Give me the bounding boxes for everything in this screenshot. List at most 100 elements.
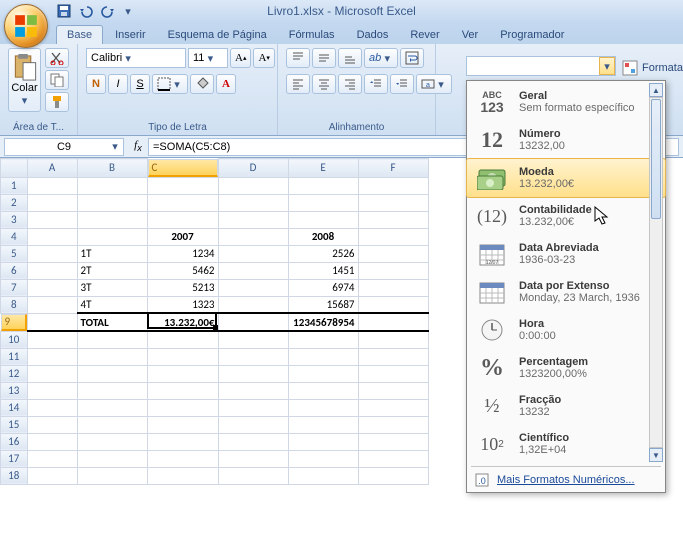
merge-center-button[interactable]: a▾ <box>416 74 452 94</box>
tab-esquema[interactable]: Esquema de Página <box>158 26 277 44</box>
bold-button[interactable]: N <box>86 74 106 94</box>
tab-base[interactable]: Base <box>56 25 103 44</box>
align-center-button[interactable] <box>312 74 336 94</box>
cell[interactable]: 5462 <box>147 262 218 279</box>
cell[interactable]: TOTAL <box>77 313 147 331</box>
cells-table[interactable]: A B C D E F 1 2 3 420072008 51T12342526 … <box>0 158 429 485</box>
row-header[interactable]: 11 <box>1 348 28 365</box>
number-format-combo[interactable]: ▾ <box>466 56 616 76</box>
grow-font-button[interactable]: A▴ <box>230 48 251 68</box>
row-header[interactable]: 15 <box>1 416 28 433</box>
cell[interactable]: 3T <box>77 279 147 296</box>
scroll-thumb[interactable] <box>651 99 661 219</box>
nf-item-moeda[interactable]: Moeda13.232,00€ <box>466 158 666 198</box>
nf-item-numero[interactable]: 12 Número13232,00 <box>467 121 665 159</box>
row-header[interactable]: 4 <box>1 228 28 245</box>
col-header-c[interactable]: C <box>148 159 218 177</box>
wrap-text-button[interactable] <box>400 48 424 68</box>
nf-item-data-abrev[interactable]: 12/07 Data Abreviada1936-03-23 <box>467 235 665 273</box>
nf-item-geral[interactable]: ABC123 GeralSem formato específico <box>467 83 665 121</box>
nf-item-contabilidade[interactable]: (12) Contabilidade13.232,00€ <box>467 197 665 235</box>
fx-icon[interactable]: fx <box>128 139 148 153</box>
tab-programador[interactable]: Programador <box>490 26 574 44</box>
cell[interactable]: 12345678954 <box>288 313 358 331</box>
row-header[interactable]: 10 <box>1 331 28 348</box>
orientation-button[interactable]: ab▾ <box>364 48 398 68</box>
tab-dados[interactable]: Dados <box>347 26 399 44</box>
row-header[interactable]: 12 <box>1 365 28 382</box>
col-header-a[interactable]: A <box>27 159 77 178</box>
select-all-corner[interactable] <box>1 159 28 178</box>
chevron-down-icon[interactable]: ▾ <box>599 57 615 75</box>
row-header[interactable]: 13 <box>1 382 28 399</box>
cell[interactable]: 1323 <box>147 296 218 313</box>
undo-icon[interactable] <box>78 3 94 19</box>
scroll-down-icon[interactable]: ▼ <box>649 448 663 462</box>
row-header[interactable]: 7 <box>1 279 28 296</box>
font-size-combo[interactable]: 11▾ <box>188 48 228 68</box>
nf-item-percent[interactable]: % Percentagem1323200,00% <box>467 349 665 387</box>
row-header[interactable]: 6 <box>1 262 28 279</box>
cell[interactable]: 5213 <box>147 279 218 296</box>
dropdown-scrollbar[interactable]: ▲ ▼ <box>649 83 663 462</box>
border-button[interactable]: ▾ <box>152 74 188 94</box>
cond-format-button[interactable]: Formatação <box>622 60 683 76</box>
save-icon[interactable] <box>56 3 72 19</box>
tab-ver[interactable]: Ver <box>452 26 489 44</box>
copy-button[interactable] <box>45 70 69 90</box>
col-header-d[interactable]: D <box>218 159 288 178</box>
redo-icon[interactable] <box>100 3 116 19</box>
align-right-button[interactable] <box>338 74 362 94</box>
cell[interactable]: 2T <box>77 262 147 279</box>
col-header-e[interactable]: E <box>288 159 358 178</box>
more-formats-link[interactable]: .0 Mais Formatos Numéricos... <box>467 470 665 490</box>
cell[interactable]: 1234 <box>147 245 218 262</box>
name-box[interactable]: C9▾ <box>4 138 124 156</box>
paste-button[interactable]: Colar ▾ <box>8 48 41 112</box>
cell[interactable]: 4T <box>77 296 147 313</box>
cell[interactable]: 15687 <box>288 296 358 313</box>
row-header[interactable]: 1 <box>1 177 28 194</box>
row-header[interactable]: 16 <box>1 433 28 450</box>
nf-item-scientific[interactable]: 102 Científico1,32E+04 <box>467 425 665 463</box>
align-left-button[interactable] <box>286 74 310 94</box>
tab-inserir[interactable]: Inserir <box>105 26 156 44</box>
row-header[interactable]: 3 <box>1 211 28 228</box>
row-header[interactable]: 18 <box>1 467 28 484</box>
nf-item-data-ext[interactable]: Data por ExtensoMonday, 23 March, 1936 <box>467 273 665 311</box>
cell[interactable]: 2008 <box>288 228 358 245</box>
italic-button[interactable]: I <box>108 74 128 94</box>
cell[interactable]: 2007 <box>147 228 218 245</box>
row-header[interactable]: 17 <box>1 450 28 467</box>
cell[interactable]: 6974 <box>288 279 358 296</box>
align-top-button[interactable] <box>286 48 310 68</box>
shrink-font-button[interactable]: A▾ <box>253 48 274 68</box>
align-bottom-button[interactable] <box>338 48 362 68</box>
decrease-indent-button[interactable] <box>364 74 388 94</box>
col-header-f[interactable]: F <box>358 159 428 178</box>
cell[interactable]: 1T <box>77 245 147 262</box>
nf-item-hora[interactable]: Hora0:00:00 <box>467 311 665 349</box>
underline-button[interactable]: S <box>130 74 150 94</box>
cell[interactable]: 1451 <box>288 262 358 279</box>
fill-color-button[interactable] <box>190 74 214 94</box>
office-button[interactable] <box>4 4 48 48</box>
tab-formulas[interactable]: Fórmulas <box>279 26 345 44</box>
qat-customize-icon[interactable]: ▾ <box>122 5 134 18</box>
row-header[interactable]: 9 <box>1 314 27 331</box>
cell-active[interactable]: 13.232,00€ <box>147 313 218 331</box>
font-color-button[interactable]: A <box>216 74 236 94</box>
nf-item-fraction[interactable]: ½ Fracção13232 <box>467 387 665 425</box>
tab-rever[interactable]: Rever <box>400 26 449 44</box>
font-name-combo[interactable]: Calibri▾ <box>86 48 186 68</box>
row-header[interactable]: 8 <box>1 296 28 313</box>
row-header[interactable]: 2 <box>1 194 28 211</box>
increase-indent-button[interactable] <box>390 74 414 94</box>
cell[interactable]: 2526 <box>288 245 358 262</box>
align-middle-button[interactable] <box>312 48 336 68</box>
col-header-b[interactable]: B <box>77 159 147 178</box>
row-header[interactable]: 14 <box>1 399 28 416</box>
cut-button[interactable] <box>45 48 69 68</box>
row-header[interactable]: 5 <box>1 245 28 262</box>
scroll-up-icon[interactable]: ▲ <box>649 83 663 97</box>
